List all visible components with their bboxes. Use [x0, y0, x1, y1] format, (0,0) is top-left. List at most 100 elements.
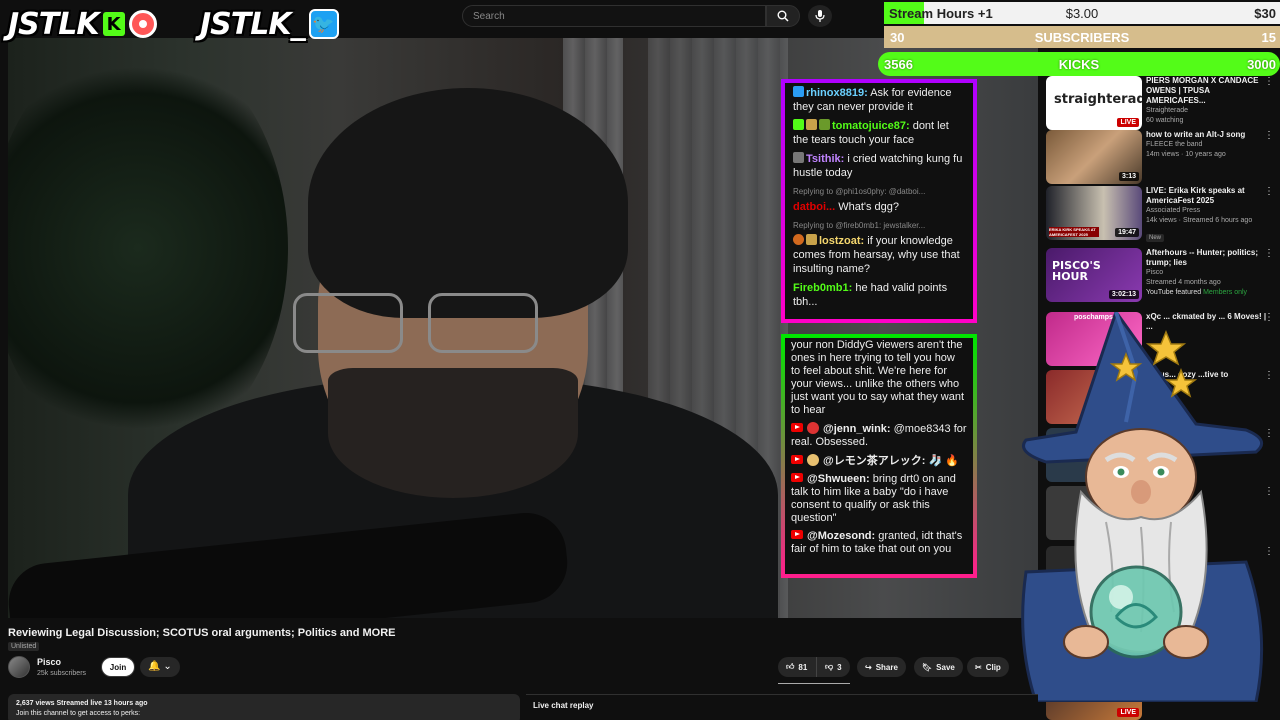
video-thumbnail[interactable]: 3:13 [1046, 130, 1142, 184]
video-description[interactable]: 2,637 views Streamed live 13 hours ago J… [8, 694, 520, 720]
more-options-icon[interactable]: ⋮ [1264, 249, 1274, 259]
verified-badge-icon [793, 119, 804, 130]
goal-label: SUBSCRIBERS [1034, 29, 1130, 45]
duration-badge: 3:02:13 [1108, 290, 1139, 299]
search-button[interactable] [766, 5, 800, 27]
like-count: 81 [798, 662, 808, 672]
streamer-beard [328, 368, 578, 498]
share-icon: ↪ [865, 662, 872, 672]
goal-target: $30 [1254, 5, 1276, 21]
recommended-video[interactable]: straighterade. LIVE PIERS MORGAN X CANDA… [1046, 76, 1280, 136]
video-info: PIERS MORGAN X CANDACE OWENS | TPUSA AME… [1146, 76, 1268, 126]
video-info: Afterhours -- Hunter; politics; trump; l… [1146, 248, 1268, 298]
share-button[interactable]: ↪ Share [857, 657, 906, 677]
kick-chat-overlay: rhinox8819: Ask for evidence they can ne… [781, 79, 977, 323]
chat-message: Fireb0mb1: he had valid points tbh... [793, 281, 965, 309]
duration-badge: 3:13 [1118, 172, 1139, 181]
reply-context: Replying to @fireb0mb1: jewstalker... [793, 221, 926, 230]
twitter-handle-logo: JSTLK_ 🐦 [200, 6, 339, 42]
unlisted-badge: Unlisted [8, 642, 40, 651]
bell-icon: 🔔 [148, 661, 161, 672]
live-badge: LIVE [1117, 708, 1139, 717]
video-thumbnail[interactable]: ERIKA KIRK SPEAKS AT AMERICAFEST 2025 19… [1046, 186, 1142, 240]
more-options-icon[interactable]: ⋮ [1264, 131, 1274, 141]
clip-button[interactable]: ✂ Clip [967, 657, 1009, 677]
glasses-right-lens [428, 293, 538, 353]
thumbs-up-icon: 👍︎ [786, 662, 795, 671]
chat-username: @レモン茶アレック: [823, 455, 926, 467]
recommended-video[interactable]: 3:13 how to write an Alt-J song FLEECE t… [1046, 130, 1280, 190]
search-input[interactable]: Search [462, 5, 766, 27]
kick-icon: K [102, 12, 125, 36]
video-meta: Streamed 4 months ago [1146, 279, 1221, 286]
video-info: LIVE: Erika Kirk speaks at AmericaFest 2… [1146, 186, 1268, 244]
chat-message: Replying to @phi1os0phy: @datboi... datb… [793, 185, 965, 214]
goal-current: $3.00 [1065, 5, 1099, 21]
chat-text: your non DiddyG viewers aren't the ones … [791, 339, 965, 416]
video-title[interactable]: LIVE: Erika Kirk speaks at AmericaFest 2… [1146, 186, 1268, 206]
video-info: how to write an Alt-J song FLEECE the ba… [1146, 130, 1268, 160]
streamer-hair [308, 88, 628, 318]
channel-name[interactable]: Pisco [1146, 268, 1268, 278]
live-chat-replay-header[interactable]: Live chat replay [526, 694, 1038, 720]
youtube-chat-overlay: your non DiddyG viewers aren't the ones … [781, 334, 977, 578]
crown-badge-icon [793, 86, 804, 97]
chat-message: @Mozesond: granted, idt that's fair of h… [791, 530, 967, 556]
chat-username: @jenn_wink: [823, 423, 891, 435]
save-button[interactable]: 🔖︎ Save [914, 657, 963, 677]
recommended-video[interactable]: PISCO'S HOUR 3:02:13 Afterhours -- Hunte… [1046, 248, 1280, 308]
chat-message: Tsithik: i cried watching kung fu hustle… [793, 152, 965, 180]
microphone-icon [815, 10, 825, 22]
twitter-bird-icon: 🐦 [308, 9, 339, 39]
channel-name[interactable]: Associated Press [1146, 206, 1268, 216]
save-label: Save [936, 662, 955, 672]
more-options-icon[interactable]: ⋮ [1264, 77, 1274, 87]
video-title[interactable]: Afterhours -- Hunter; politics; trump; l… [1146, 248, 1268, 268]
join-button[interactable]: Join [101, 657, 135, 677]
chat-message: @Shwueen: bring drt0 on and talk to him … [791, 473, 967, 525]
thumbnail-text: PISCO'S HOUR [1052, 259, 1101, 283]
channel-name[interactable]: Straighterade [1146, 106, 1268, 116]
twitter-handle-text: JSTLK_ [200, 6, 306, 42]
dislike-count: 3 [837, 662, 842, 672]
subscribers-goal-bar: 30 SUBSCRIBERS 15 [884, 26, 1280, 48]
search-icon [777, 10, 789, 22]
chat-message: your non DiddyG viewers aren't the ones … [791, 339, 967, 417]
thumbs-down-icon: 👎︎ [825, 662, 834, 671]
chat-message: rhinox8819: Ask for evidence they can ne… [793, 86, 965, 114]
video-thumbnail[interactable]: PISCO'S HOUR 3:02:13 [1046, 248, 1142, 302]
thumbnail-text: straighterade. [1054, 92, 1142, 107]
bookmark-icon: 🔖︎ [922, 662, 933, 672]
chat-message: tomatojuice87: dont let the tears touch … [793, 119, 965, 147]
video-title[interactable]: PIERS MORGAN X CANDACE OWENS | TPUSA AME… [1146, 76, 1268, 106]
new-badge: New [1146, 234, 1165, 242]
video-title[interactable]: how to write an Alt-J song [1146, 130, 1268, 140]
channel-name[interactable]: Pisco [37, 657, 61, 667]
notification-bell-button[interactable]: 🔔 ⌄ [140, 657, 180, 677]
channel-avatar[interactable] [8, 656, 30, 678]
user-avatar-icon [807, 422, 819, 434]
ball-badge-icon [793, 234, 804, 245]
video-thumbnail[interactable]: straighterade. LIVE [1046, 76, 1142, 130]
chat-username: Tsithik: [806, 153, 845, 165]
youtube-icon [791, 530, 803, 539]
description-text: Join this channel to get access to perks… [16, 710, 141, 717]
goal-target: 15 [1261, 29, 1276, 45]
chat-text: What's dgg? [835, 201, 900, 213]
channel-name[interactable]: FLEECE the band [1146, 140, 1268, 150]
chat-text: 🧦 🔥 [925, 455, 959, 467]
user-avatar-icon [807, 454, 819, 466]
chat-username: rhinox8819: [806, 87, 868, 99]
like-button[interactable]: 👍︎ 81 [778, 657, 816, 677]
background-plant [8, 38, 288, 458]
video-meta: 60 watching [1146, 117, 1184, 124]
recommended-video[interactable]: ERIKA KIRK SPEAKS AT AMERICAFEST 2025 19… [1046, 186, 1280, 246]
record-icon [128, 10, 157, 38]
video-meta: 14k views · Streamed 6 hours ago [1146, 217, 1253, 224]
more-options-icon[interactable]: ⋮ [1264, 187, 1274, 197]
dislike-button[interactable]: 👎︎ 3 [816, 657, 850, 677]
voice-search-button[interactable] [808, 5, 832, 27]
chat-text: if your knowledge comes from hearsay, wh… [793, 235, 960, 275]
chat-message: @jenn_wink: @moe8343 for real. Obsessed. [791, 422, 967, 449]
muted-badge-icon [793, 152, 804, 163]
